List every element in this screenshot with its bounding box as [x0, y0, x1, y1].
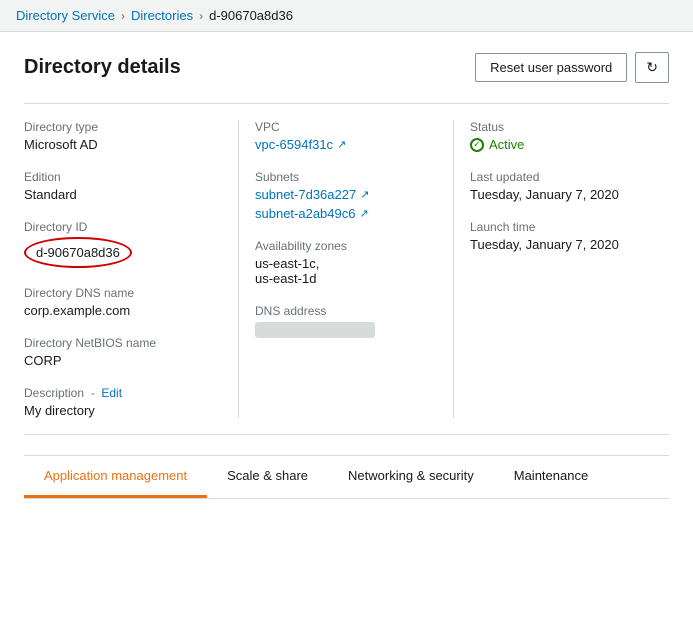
header-row: Directory details Reset user password ↻ [24, 52, 669, 83]
reset-user-password-button[interactable]: Reset user password [475, 53, 627, 82]
directory-type-value: Microsoft AD [24, 137, 222, 152]
directory-type-label: Directory type [24, 120, 222, 134]
details-col-2: VPC vpc-6594f31c ↗ Subnets subnet-7d36a2… [239, 120, 454, 418]
netbios-item: Directory NetBIOS name CORP [24, 336, 222, 368]
description-value: My directory [24, 403, 222, 418]
launch-time-label: Launch time [470, 220, 653, 234]
breadcrumb-current: d-90670a8d36 [209, 8, 293, 23]
subnets-item: Subnets subnet-7d36a227 ↗ subnet-a2ab49c… [255, 170, 437, 221]
vpc-label: VPC [255, 120, 437, 134]
edition-item: Edition Standard [24, 170, 222, 202]
subnet2-external-link-icon: ↗ [359, 207, 368, 220]
breadcrumb-service[interactable]: Directory Service [16, 8, 115, 23]
status-label: Status [470, 120, 653, 134]
page-title: Directory details [24, 56, 181, 79]
az-item: Availability zones us-east-1c,us-east-1d [255, 239, 437, 286]
dns-name-value: corp.example.com [24, 303, 222, 318]
breadcrumb-sep-2: › [199, 9, 203, 23]
description-label: Description - Edit [24, 386, 222, 400]
breadcrumb-sep-1: › [121, 9, 125, 23]
edition-value: Standard [24, 187, 222, 202]
dns-address-value [255, 322, 375, 338]
tab-maintenance[interactable]: Maintenance [494, 456, 608, 498]
details-grid: Directory type Microsoft AD Edition Stan… [24, 103, 669, 435]
header-actions: Reset user password ↻ [475, 52, 669, 83]
launch-time-value: Tuesday, January 7, 2020 [470, 237, 653, 252]
dns-addr-item: DNS address [255, 304, 437, 338]
directory-id-item: Directory ID d-90670a8d36 [24, 220, 222, 268]
directory-type-item: Directory type Microsoft AD [24, 120, 222, 152]
tab-networking-security[interactable]: Networking & security [328, 456, 494, 498]
directory-id-value: d-90670a8d36 [36, 245, 120, 260]
vpc-item: VPC vpc-6594f31c ↗ [255, 120, 437, 152]
main-content: Directory details Reset user password ↻ … [0, 32, 693, 499]
dns-name-item: Directory DNS name corp.example.com [24, 286, 222, 318]
breadcrumb-directories[interactable]: Directories [131, 8, 193, 23]
netbios-value: CORP [24, 353, 222, 368]
subnets-label: Subnets [255, 170, 437, 184]
status-check-icon: ✓ [470, 138, 484, 152]
vpc-link[interactable]: vpc-6594f31c ↗ [255, 137, 437, 152]
refresh-icon: ↻ [646, 59, 658, 76]
tab-application-management[interactable]: Application management [24, 456, 207, 498]
vpc-external-link-icon: ↗ [337, 138, 346, 151]
subnet1-link[interactable]: subnet-7d36a227 ↗ [255, 187, 437, 202]
edition-label: Edition [24, 170, 222, 184]
dns-name-label: Directory DNS name [24, 286, 222, 300]
az-label: Availability zones [255, 239, 437, 253]
last-updated-label: Last updated [470, 170, 653, 184]
tabs: Application management Scale & share Net… [24, 456, 669, 499]
tabs-container: Application management Scale & share Net… [24, 455, 669, 499]
tab-scale-share[interactable]: Scale & share [207, 456, 328, 498]
status-value: Active [489, 137, 524, 152]
status-badge: ✓ Active [470, 137, 653, 152]
last-updated-item: Last updated Tuesday, January 7, 2020 [470, 170, 653, 202]
az-value: us-east-1c,us-east-1d [255, 256, 437, 286]
status-item: Status ✓ Active [470, 120, 653, 152]
description-item: Description - Edit My directory [24, 386, 222, 418]
directory-id-label: Directory ID [24, 220, 222, 234]
subnet1-external-link-icon: ↗ [360, 188, 369, 201]
breadcrumb: Directory Service › Directories › d-9067… [0, 0, 693, 32]
subnet2-link[interactable]: subnet-a2ab49c6 ↗ [255, 206, 437, 221]
subnets-list: subnet-7d36a227 ↗ subnet-a2ab49c6 ↗ [255, 187, 437, 221]
details-col-1: Directory type Microsoft AD Edition Stan… [24, 120, 239, 418]
details-col-3: Status ✓ Active Last updated Tuesday, Ja… [454, 120, 669, 418]
refresh-button[interactable]: ↻ [635, 52, 669, 83]
dns-addr-label: DNS address [255, 304, 437, 318]
last-updated-value: Tuesday, January 7, 2020 [470, 187, 653, 202]
netbios-label: Directory NetBIOS name [24, 336, 222, 350]
description-edit-link[interactable]: Edit [101, 386, 122, 400]
launch-time-item: Launch time Tuesday, January 7, 2020 [470, 220, 653, 252]
directory-id-circle: d-90670a8d36 [24, 237, 132, 268]
